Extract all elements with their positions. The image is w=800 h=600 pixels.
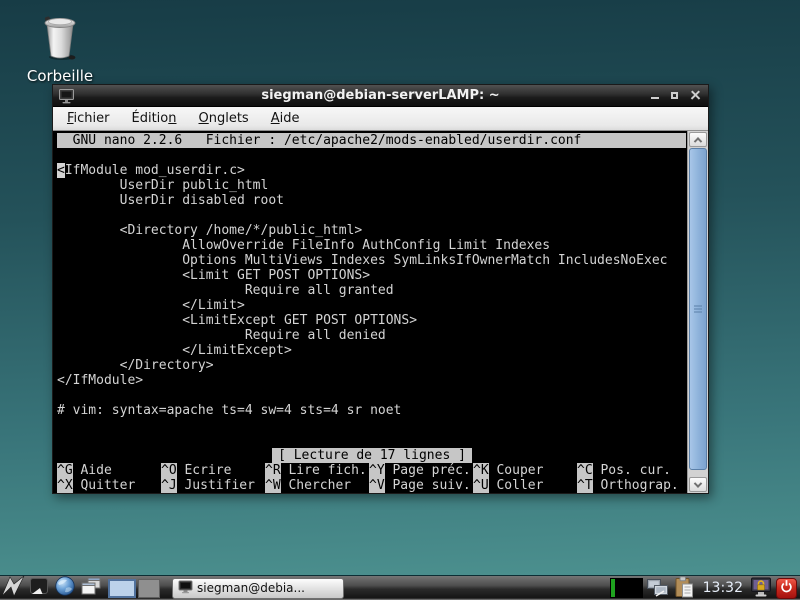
nano-shortcut: ^O Écrire (161, 463, 265, 478)
text-cursor: < (57, 163, 65, 178)
nano-shortcut: ^C Pos. cur. (577, 463, 681, 478)
trash-icon-label: Corbeille (14, 67, 106, 85)
trash-icon (34, 47, 86, 66)
nano-shortcut: ^K Couper (473, 463, 577, 478)
term-line: UserDir disabled root (57, 193, 687, 208)
term-line: </LimitExcept> (57, 343, 687, 358)
term-line: # vim: syntax=apache ts=4 sw=4 sts=4 sr … (57, 403, 687, 418)
term-line: </Limit> (57, 298, 687, 313)
clipboard-manager-icon[interactable] (673, 576, 697, 600)
minimize-button[interactable] (650, 90, 661, 101)
menu-item-aide[interactable]: Aide (263, 109, 308, 128)
lxde-menu-button[interactable] (0, 576, 26, 600)
trash-desktop-icon[interactable]: Corbeille (14, 8, 106, 85)
globe-icon (54, 575, 76, 600)
window-list-button[interactable] (78, 576, 104, 600)
scrollbar-grip-icon (694, 304, 702, 315)
terminal-window: siegman@debian-serverLAMP: ~ Fichier Édit… (52, 84, 709, 494)
menu-item-fichier[interactable]: Fichier (59, 109, 118, 128)
workspace-1[interactable] (108, 579, 136, 598)
scroll-up-button[interactable] (689, 132, 707, 147)
scroll-down-button[interactable] (689, 477, 707, 492)
chevron-down-icon (694, 479, 702, 487)
taskbar: siegman@debia... (0, 575, 800, 600)
network-status-icon[interactable] (646, 576, 670, 600)
menubar: Fichier Édition Onglets Aide (53, 107, 708, 131)
term-line: <Directory /home/*/public_html> (57, 223, 687, 238)
cpu-monitor[interactable] (610, 578, 643, 598)
screen-lock-icon[interactable] (749, 576, 773, 600)
clock[interactable]: 13:32 (700, 580, 746, 596)
workspace-2[interactable] (138, 579, 160, 598)
nano-shortcut: ^W Chercher (265, 478, 369, 493)
nano-shortcut-bar: ^G Aide^O Écrire^R Lire fich.^Y Page pré… (57, 463, 687, 493)
term-line: </IfModule> (57, 373, 687, 388)
window-title: siegman@debian-serverLAMP: ~ (53, 88, 708, 103)
term-line: AllowOverride FileInfo AuthConfig Limit … (57, 238, 687, 253)
term-line: Require all granted (57, 283, 687, 298)
logout-button[interactable] (776, 578, 797, 599)
scrollbar-track[interactable] (689, 148, 707, 476)
menu-item-onglets[interactable]: Onglets (191, 109, 257, 128)
terminal-task-icon (178, 579, 193, 598)
taskbar-window-button[interactable]: siegman@debia... (172, 578, 344, 599)
terminal-window-icon (58, 88, 75, 104)
term-line: Require all denied (57, 328, 687, 343)
window-titlebar[interactable]: siegman@debian-serverLAMP: ~ (53, 85, 708, 107)
term-line: <LimitExcept GET POST OPTIONS> (57, 313, 687, 328)
term-line (57, 148, 687, 163)
scrollbar-thumb[interactable] (689, 148, 707, 470)
nano-shortcut: ^R Lire fich. (265, 463, 369, 478)
show-desktop-icon (28, 575, 50, 600)
show-desktop-button[interactable] (26, 576, 52, 600)
nano-buffer: <IfModule mod_userdir.c> UserDir public_… (57, 148, 687, 448)
nano-shortcut: ^X Quitter (57, 478, 161, 493)
nano-shortcut: ^Y Page préc. (369, 463, 473, 478)
lxde-logo-icon (1, 574, 25, 600)
nano-shortcut: ^T Orthograp. (577, 478, 681, 493)
term-line (57, 418, 687, 433)
power-icon (779, 579, 794, 598)
nano-titlebar: GNU nano 2.2.6 Fichier : /etc/apache2/mo… (57, 133, 686, 148)
terminal-screen[interactable]: GNU nano 2.2.6 Fichier : /etc/apache2/mo… (53, 131, 687, 493)
taskbar-window-label: siegman@debia... (197, 581, 305, 595)
term-line: UserDir public_html (57, 178, 687, 193)
term-line: <Limit GET POST OPTIONS> (57, 268, 687, 283)
term-line (57, 388, 687, 403)
close-button[interactable] (690, 90, 701, 101)
web-browser-button[interactable] (52, 576, 78, 600)
nano-shortcut: ^J Justifier (161, 478, 265, 493)
nano-shortcut: ^G Aide (57, 463, 161, 478)
desktop: Corbeille siegman@debian-serverLAMP: ~ F… (0, 0, 800, 600)
term-line (57, 208, 687, 223)
workspace-pager (108, 576, 160, 600)
menu-item-edition[interactable]: Édition (124, 109, 185, 128)
nano-statusbar: [ Lecture de 17 lignes ] (57, 448, 687, 463)
chevron-up-icon (694, 137, 702, 145)
nano-shortcut: ^V Page suiv. (369, 478, 473, 493)
windows-icon (79, 574, 103, 600)
term-line: </Directory> (57, 358, 687, 373)
maximize-button[interactable] (670, 90, 681, 101)
term-line (57, 433, 687, 448)
terminal-scrollbar[interactable] (687, 131, 708, 493)
cpu-usage-bar (611, 579, 615, 597)
term-line: <IfModule mod_userdir.c> (57, 163, 687, 178)
nano-shortcut: ^U Coller (473, 478, 577, 493)
term-line: Options MultiViews Indexes SymLinksIfOwn… (57, 253, 687, 268)
